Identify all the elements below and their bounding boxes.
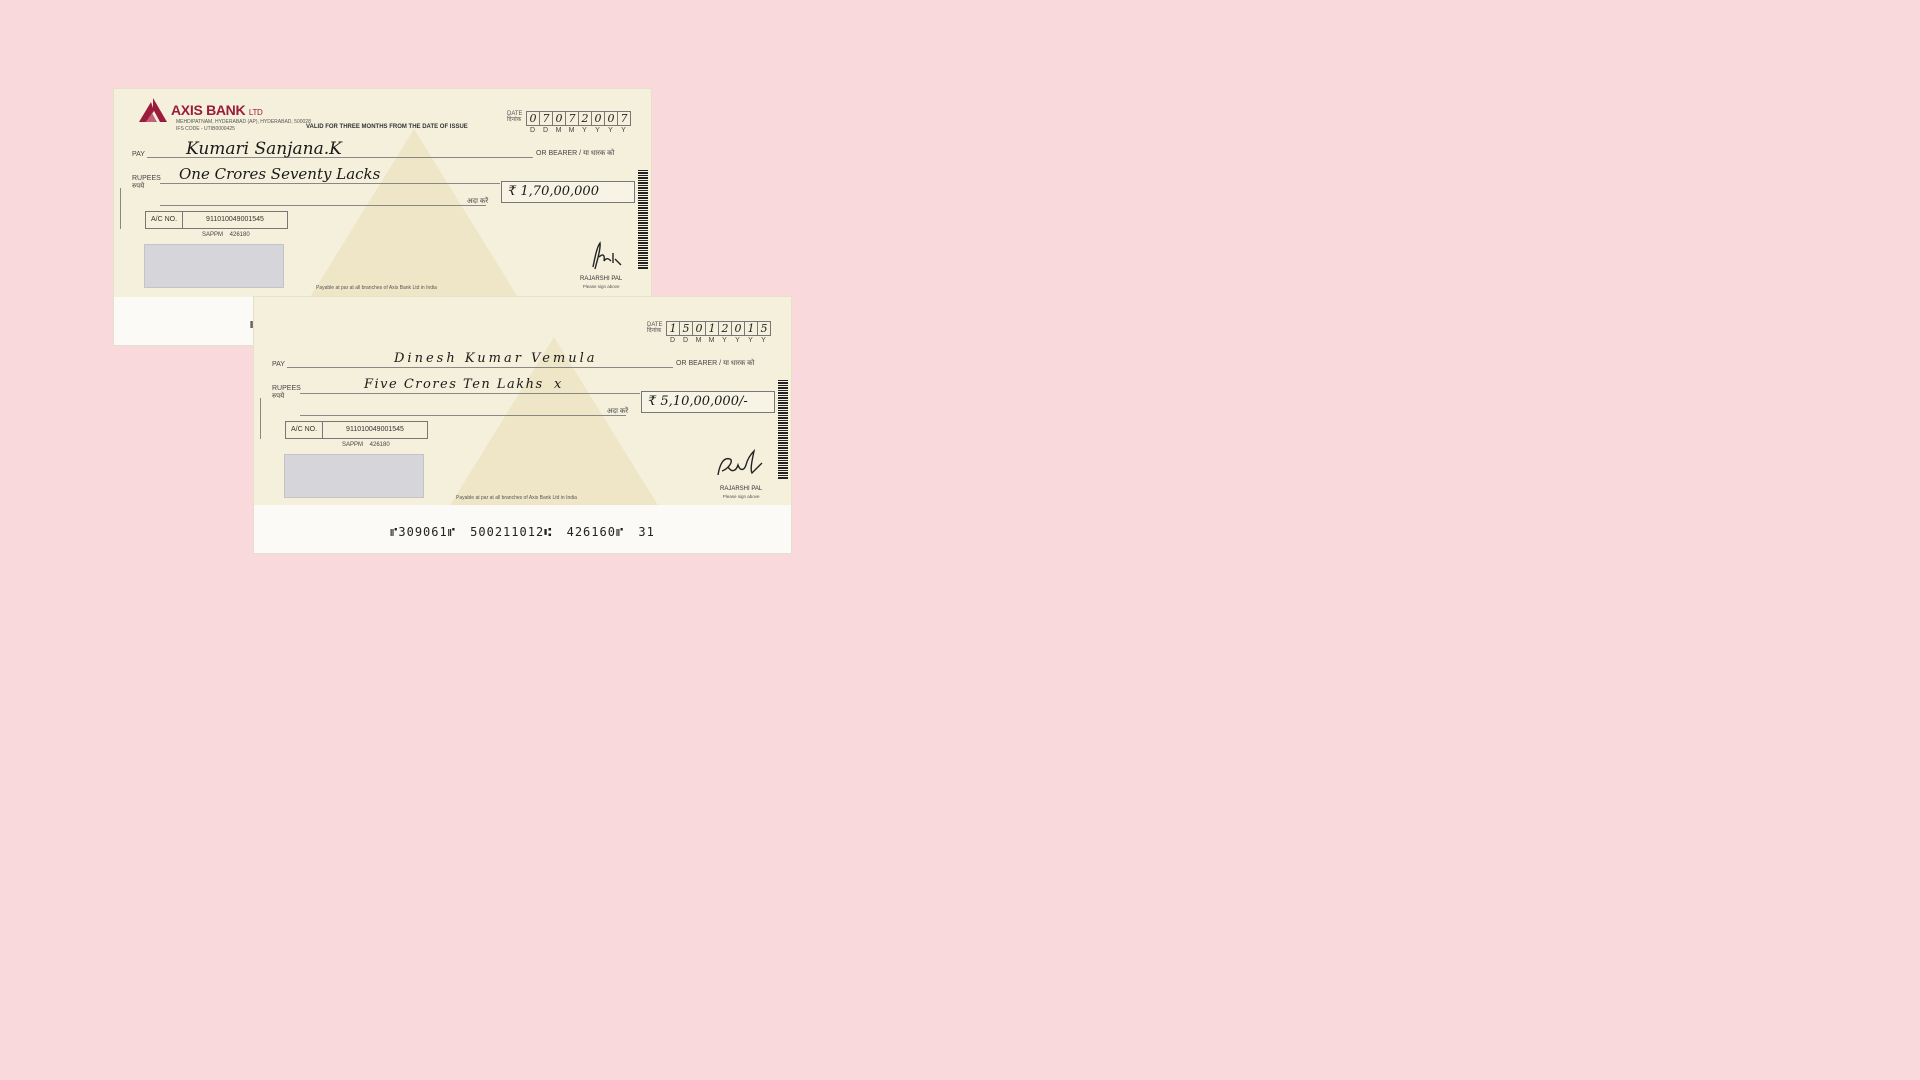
date-digit: 0: [552, 111, 566, 126]
payee-line: [287, 367, 673, 368]
account-number-box: A/C NO. 911010049001545: [145, 211, 288, 229]
barcode: [778, 380, 788, 480]
signature-icon: [592, 241, 622, 270]
amount-in-figures: ₹ 1,70,00,000: [508, 184, 599, 199]
date-digit: 0: [692, 321, 706, 336]
date-digit: 5: [757, 321, 771, 336]
ac-no-label: A/C NO.: [286, 422, 323, 438]
date-digit: 2: [578, 111, 592, 126]
signatory: RAJARSHI PAL Please sign above: [720, 486, 763, 499]
date-digit: 0: [591, 111, 605, 126]
date-label: DATE दिनांक: [507, 111, 523, 123]
amount-in-figures: ₹ 5,10,00,000/-: [648, 394, 748, 409]
amount-box: ₹ 5,10,00,000/-: [641, 391, 775, 413]
or-bearer-label: OR BEARER / या धारक को: [536, 150, 615, 157]
payee-name: Kumari Sanjana.K: [186, 139, 342, 159]
side-print: ━━━━━━━━━━━━━━━━━: [118, 188, 123, 229]
pay-label: PAY: [272, 361, 285, 368]
date-format: DD MM YY YY: [529, 127, 626, 134]
ada-karen-label: अदा करें: [467, 198, 489, 205]
amount-words-line-2: [300, 415, 626, 416]
payable-note: Payable at par at all branches of Axis B…: [456, 495, 577, 501]
date-digit: 1: [666, 321, 680, 336]
signatory: RAJARSHI PAL Please sign above: [580, 276, 623, 289]
amount-words-line-2: [160, 205, 486, 206]
date-digit: 0: [731, 321, 745, 336]
bank-name: AXIS BANK LTD: [171, 102, 263, 118]
amount-in-words: One Crores Seventy Lacks: [179, 165, 381, 183]
date-digit: 1: [744, 321, 758, 336]
axis-logo-icon: [139, 98, 167, 122]
barcode: [638, 170, 648, 270]
date-digit: 0: [604, 111, 618, 126]
micr-code: ⑈309061⑈ 500211012⑆ 426160⑈ 31: [390, 525, 655, 539]
date-digit: 7: [539, 111, 553, 126]
payee-name: Dinesh Kumar Vemula: [394, 351, 598, 366]
account-number: 911010049001545: [346, 426, 404, 433]
date-digit: 1: [705, 321, 719, 336]
account-code: SAPPM 426180: [202, 232, 250, 238]
date-label: DATE दिनांक: [647, 322, 663, 334]
amount-box: ₹ 1,70,00,000: [501, 181, 635, 203]
amount-in-words: Five Crores Ten Lakhs: [364, 377, 544, 392]
date-boxes: 0 7 0 7 2 0 0 7: [526, 111, 631, 126]
or-bearer-label: OR BEARER / या धारक को: [676, 360, 755, 367]
security-box: [144, 244, 284, 288]
rupees-label: RUPEES रुपये: [132, 175, 161, 190]
account-number: 911010049001545: [206, 216, 264, 223]
branch-address: MEHDIPATNAM, HYDERABAD (AP), HYDERABAD, …: [176, 119, 311, 132]
rupees-label: RUPEES रुपये: [272, 385, 301, 400]
pay-label: PAY: [132, 151, 145, 158]
amount-words-line: [300, 393, 640, 394]
cheque-2: DATE दिनांक 1 5 0 1 2 0 1 5 DD MM YY YY P…: [254, 297, 791, 553]
validity-note: VALID FOR THREE MONTHS FROM THE DATE OF …: [306, 124, 468, 130]
payable-note: Payable at par at all branches of Axis B…: [316, 285, 437, 291]
date-digit: 7: [565, 111, 579, 126]
date-digit: 2: [718, 321, 732, 336]
account-number-box: A/C NO. 911010049001545: [285, 421, 428, 439]
account-code: SAPPM 426180: [342, 442, 390, 448]
date-digit: 5: [679, 321, 693, 336]
ada-karen-label: अदा करें: [607, 408, 629, 415]
security-box: [284, 454, 424, 498]
date-boxes: 1 5 0 1 2 0 1 5: [666, 321, 771, 336]
date-digit: 0: [526, 111, 540, 126]
amount-words-line: [160, 183, 500, 184]
signature-icon: [717, 448, 763, 476]
date-format: DD MM YY YY: [669, 337, 766, 344]
side-print: ━━━━━━━━━━━━━━━━━: [258, 398, 263, 439]
amount-words-mark: x: [554, 377, 562, 392]
date-digit: 7: [617, 111, 631, 126]
ac-no-label: A/C NO.: [146, 212, 183, 228]
